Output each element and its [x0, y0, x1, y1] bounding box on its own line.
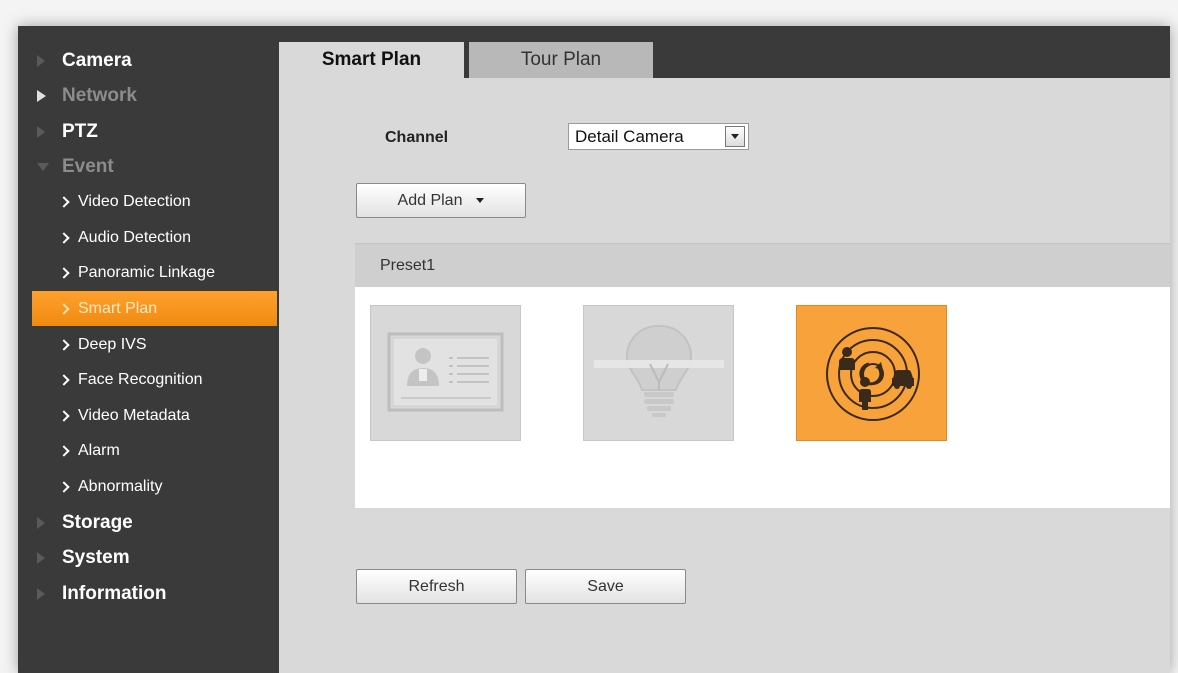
tab-tour-plan[interactable]: Tour Plan [469, 42, 653, 78]
dropdown-button[interactable] [725, 126, 745, 147]
chevron-right-icon [58, 231, 70, 244]
sidebar-item-label: Network [62, 84, 137, 106]
sidebar-item-event[interactable]: Event [18, 149, 279, 184]
sidebar-item-label: Deep IVS [78, 335, 147, 353]
expand-arrow-icon [37, 125, 45, 138]
chevron-right-icon [58, 373, 70, 386]
expand-arrow-icon [37, 54, 45, 67]
preset-name: Preset1 [380, 256, 436, 274]
sidebar-item-video-metadata[interactable]: Video Metadata [18, 398, 279, 433]
sidebar-item-system[interactable]: System [18, 540, 279, 575]
plan-tile-people-vehicle[interactable] [796, 305, 947, 441]
preset-plan-panel [355, 287, 1170, 508]
sidebar-item-label: Panoramic Linkage [78, 263, 215, 281]
sidebar-item-label: Camera [62, 49, 132, 71]
channel-select-value: Detail Camera [575, 126, 684, 146]
sidebar-item-label: Event [62, 155, 114, 177]
sidebar-item-panoramic-linkage[interactable]: Panoramic Linkage [18, 255, 279, 290]
chevron-right-icon [58, 480, 70, 493]
radar-people-vehicle-icon [826, 327, 920, 421]
sidebar-item-label: System [62, 546, 130, 568]
add-plan-label: Add Plan [397, 191, 463, 209]
expand-arrow-icon [37, 587, 45, 600]
sidebar-item-deep-ivs[interactable]: Deep IVS [18, 327, 279, 362]
sidebar-item-label: Face Recognition [78, 370, 203, 388]
chevron-right-icon [58, 409, 70, 422]
sidebar-item-label: Abnormality [78, 477, 163, 495]
sidebar-item-label: Video Metadata [78, 406, 190, 424]
refresh-button[interactable]: Refresh [356, 569, 517, 604]
expand-arrow-icon [37, 89, 46, 102]
tab-smart-plan[interactable]: Smart Plan [279, 42, 464, 78]
sidebar-item-camera[interactable]: Camera [18, 43, 279, 78]
sidebar-item-label: Video Detection [78, 192, 191, 210]
sidebar-item-label: Storage [62, 511, 133, 533]
chevron-down-icon [731, 134, 739, 139]
sidebar-item-alarm[interactable]: Alarm [18, 433, 279, 468]
sidebar-item-network[interactable]: Network [18, 78, 279, 113]
preset-header: Preset1 [355, 243, 1170, 287]
main-content: Smart Plan Tour Plan Channel Detail Came… [279, 26, 1170, 673]
sidebar-item-audio-detection[interactable]: Audio Detection [18, 220, 279, 255]
sidebar-item-label: Alarm [78, 441, 120, 459]
chevron-right-icon [58, 195, 70, 208]
sidebar-item-video-detection[interactable]: Video Detection [18, 184, 279, 219]
chevron-right-icon [58, 266, 70, 279]
sidebar-item-ptz[interactable]: PTZ [18, 114, 279, 149]
chevron-right-icon [58, 444, 70, 457]
plan-tile-lightbulb[interactable] [583, 305, 734, 441]
collapse-arrow-icon [37, 162, 49, 171]
sidebar-item-label: Information [62, 582, 167, 604]
chevron-right-icon [58, 338, 70, 351]
sidebar-item-abnormality[interactable]: Abnormality [18, 469, 279, 504]
chevron-down-icon [476, 198, 485, 203]
sidebar-item-smart-plan[interactable]: Smart Plan [32, 291, 277, 326]
channel-label: Channel [385, 129, 449, 146]
face-id-card-icon [387, 332, 504, 412]
sidebar-item-face-recognition[interactable]: Face Recognition [18, 362, 279, 397]
expand-arrow-icon [37, 516, 45, 529]
plan-tile-face[interactable] [370, 305, 521, 441]
sidebar-item-label: Audio Detection [78, 228, 191, 246]
channel-select[interactable]: Detail Camera [568, 123, 749, 150]
sidebar-item-information[interactable]: Information [18, 576, 279, 611]
lightbulb-icon [594, 324, 724, 417]
add-plan-button[interactable]: Add Plan [356, 183, 526, 218]
sidebar-item-storage[interactable]: Storage [18, 505, 279, 540]
tab-bar: Smart Plan Tour Plan [279, 26, 1170, 78]
chevron-right-icon [58, 302, 70, 315]
save-button[interactable]: Save [525, 569, 686, 604]
expand-arrow-icon [37, 551, 45, 564]
sidebar-item-label: PTZ [62, 120, 98, 142]
sidebar: Camera Network PTZ Event Video Detection… [18, 26, 279, 673]
app-frame: Camera Network PTZ Event Video Detection… [18, 26, 1170, 673]
sidebar-item-label: Smart Plan [78, 299, 158, 317]
